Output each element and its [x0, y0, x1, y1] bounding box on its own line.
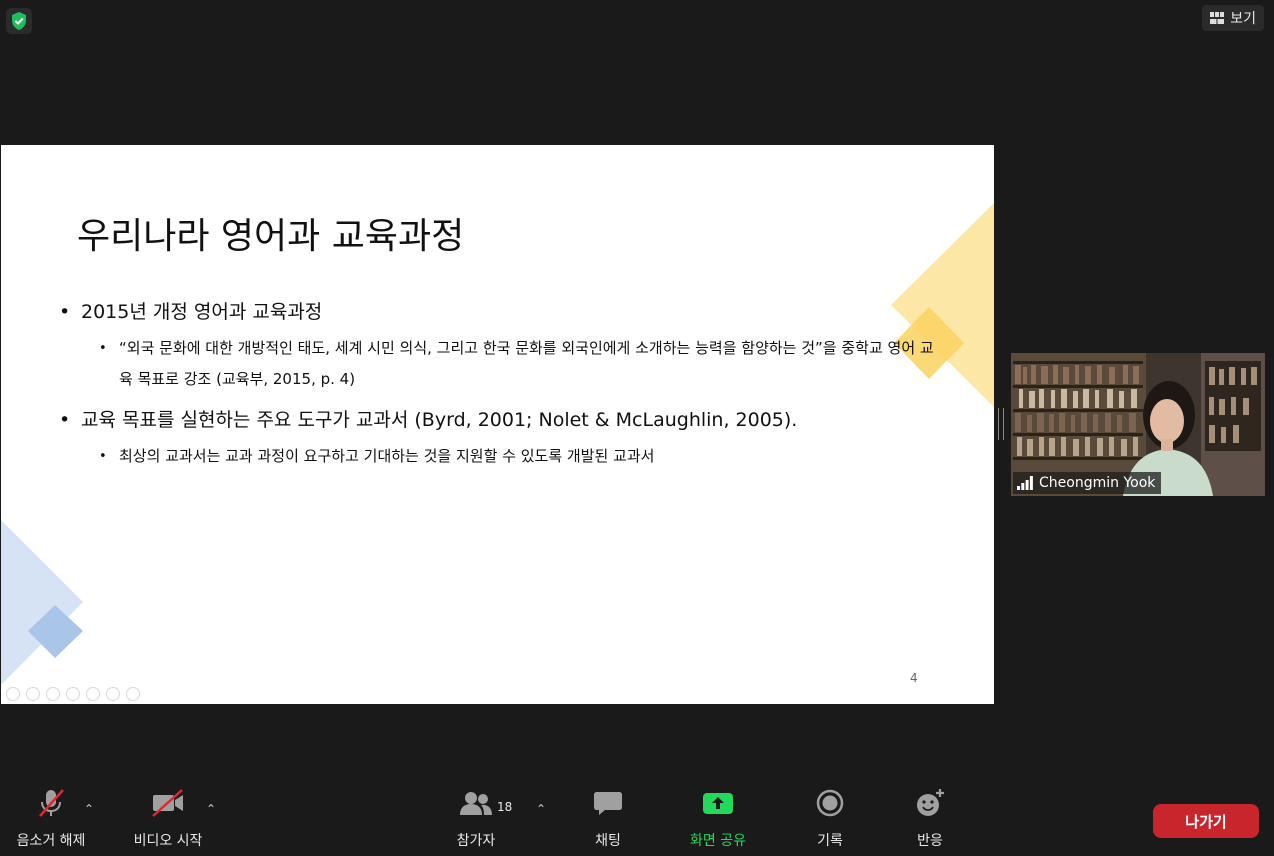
share-screen-label: 화면 공유 — [690, 833, 746, 849]
participant-name-tag: Cheongmin Yook — [1013, 472, 1162, 494]
participants-button[interactable]: 참가자 — [446, 782, 506, 850]
leave-meeting-button[interactable]: 나가기 — [1153, 804, 1259, 838]
signal-strength-icon — [1017, 476, 1033, 490]
slide-controls[interactable] — [6, 687, 140, 701]
meeting-toolbar: 음소거 해제 ⌃ 비디오 시작 ⌃ 참가자 18 ⌃ 채팅 화면 공유 기록 반… — [0, 782, 1274, 856]
panel-resize-handle[interactable] — [998, 408, 1004, 440]
security-shield-icon[interactable] — [6, 8, 32, 34]
participant-name: Cheongmin Yook — [1039, 475, 1156, 491]
unmute-label: 음소거 해제 — [16, 833, 86, 849]
record-button[interactable]: 기록 — [800, 782, 860, 850]
video-off-icon — [152, 789, 183, 817]
zoom-icon[interactable] — [86, 687, 100, 701]
prev-slide-icon[interactable] — [6, 687, 20, 701]
chat-button[interactable]: 채팅 — [578, 782, 638, 850]
bullet-2: 교육 목표를 실현하는 주요 도구가 교과서 (Byrd, 2001; Nole… — [59, 405, 939, 435]
share-screen-button[interactable]: 화면 공유 — [680, 782, 756, 850]
next-slide-icon[interactable] — [26, 687, 40, 701]
participants-count: 18 — [497, 800, 513, 814]
sub-bullet-2: 최상의 교과서는 교과 과정이 요구하고 기대하는 것을 지원할 수 있도록 개… — [59, 441, 939, 472]
share-screen-icon — [703, 793, 733, 814]
video-options-chevron-up-icon[interactable]: ⌃ — [206, 802, 216, 816]
audio-options-chevron-up-icon[interactable]: ⌃ — [84, 802, 94, 816]
microphone-muted-icon — [39, 789, 64, 817]
sub-bullet-1: “외국 문화에 대한 개방적인 태도, 세계 시민 의식, 그리고 한국 문화를… — [59, 333, 939, 395]
participants-options-chevron-up-icon[interactable]: ⌃ — [536, 802, 546, 816]
reactions-smiley-icon — [917, 789, 944, 816]
chat-label: 채팅 — [595, 833, 621, 849]
slide-page-number: 4 — [910, 671, 918, 685]
reactions-label: 반응 — [917, 833, 943, 849]
view-button[interactable]: 보기 — [1202, 5, 1264, 31]
record-label: 기록 — [817, 833, 843, 849]
participant-video[interactable]: Cheongmin Yook — [1011, 353, 1265, 496]
record-icon — [816, 789, 844, 817]
participants-label: 참가자 — [456, 833, 496, 849]
view-label: 보기 — [1230, 11, 1256, 27]
slide-bullets: 2015년 개정 영어과 교육과정 “외국 문화에 대한 개방적인 태도, 세계… — [59, 297, 939, 482]
chat-icon — [594, 792, 622, 815]
bullet-1: 2015년 개정 영어과 교육과정 — [59, 297, 939, 327]
participants-icon — [460, 792, 492, 815]
subtitles-icon[interactable] — [106, 687, 120, 701]
slide-title: 우리나라 영어과 교육과정 — [77, 216, 465, 257]
start-video-button[interactable]: 비디오 시작 — [127, 782, 209, 850]
start-video-label: 비디오 시작 — [133, 833, 203, 849]
grid-icon — [1210, 12, 1225, 24]
reactions-button[interactable]: 반응 — [900, 782, 960, 850]
shared-screen-slide: 우리나라 영어과 교육과정 2015년 개정 영어과 교육과정 “외국 문화에 … — [1, 145, 994, 704]
pen-icon[interactable] — [46, 687, 60, 701]
slides-icon[interactable] — [66, 687, 80, 701]
unmute-button[interactable]: 음소거 해제 — [10, 782, 92, 850]
more-options-icon[interactable] — [126, 687, 140, 701]
